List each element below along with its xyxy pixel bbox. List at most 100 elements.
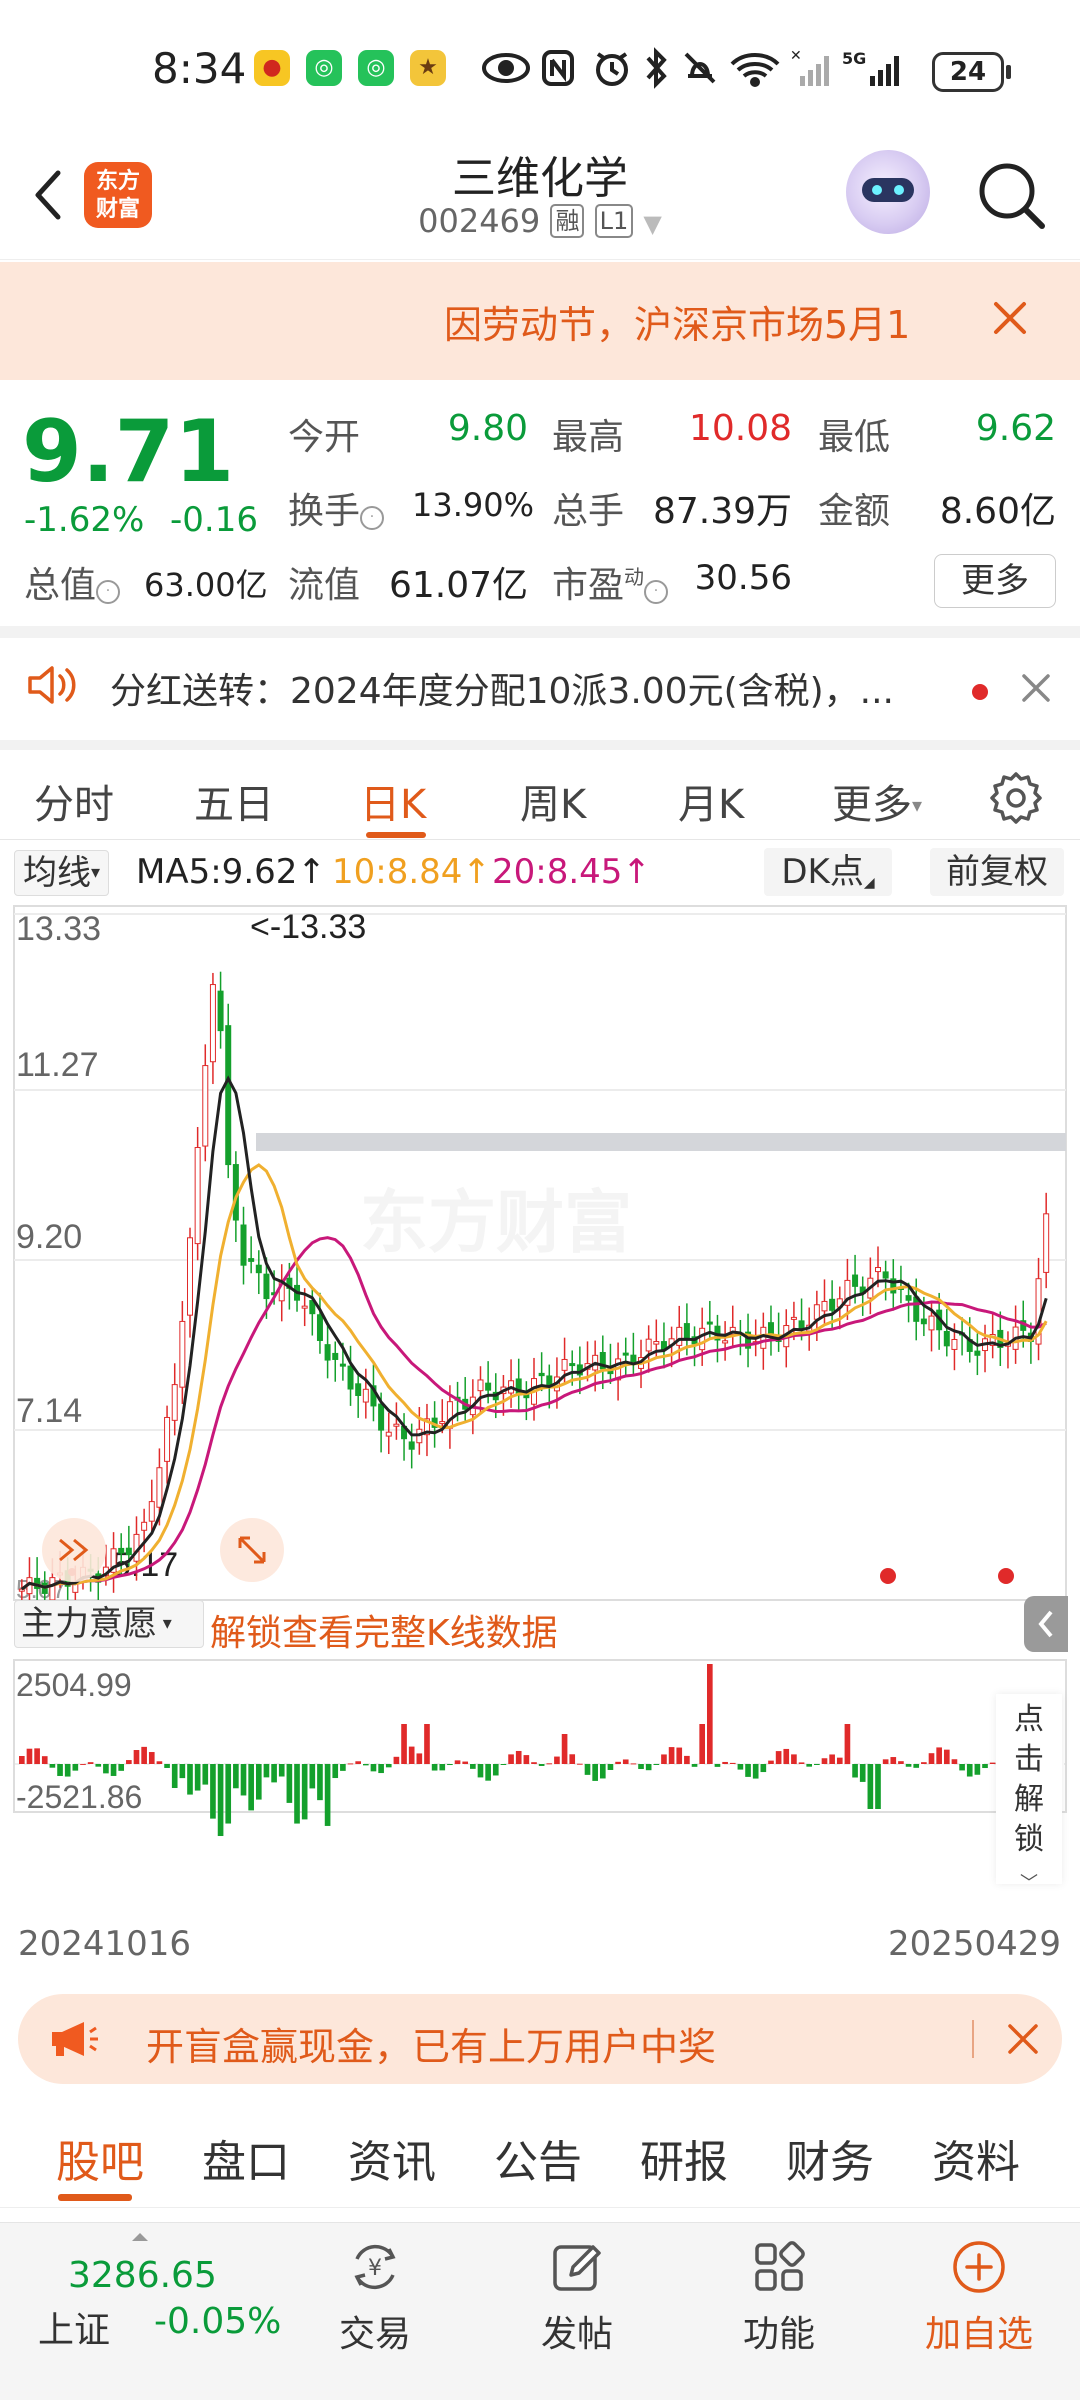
tab-intraday[interactable]: 分时 (34, 772, 114, 830)
tab-forum[interactable]: 股吧 (56, 2126, 144, 2190)
tab-financials[interactable]: 财务 (786, 2126, 874, 2190)
nav-add-watchlist[interactable]: 加自选 (904, 2237, 1054, 2357)
indicator-bar (752, 1764, 759, 1779)
promo-text: 开盲盒赢现金，已有上万用户中奖 (146, 2025, 717, 2069)
indicator-bar (806, 1764, 813, 1767)
adjust-button[interactable]: 前复权 (930, 848, 1064, 896)
indicator-max: 2504.99 (16, 1667, 132, 1703)
nav-functions[interactable]: 功能 (704, 2237, 854, 2357)
candle-body (125, 1547, 132, 1556)
indicator-bar (64, 1764, 71, 1777)
indicator-bar (355, 1761, 361, 1764)
open-value: 9.80 (447, 408, 528, 449)
info-icon[interactable]: · (644, 580, 669, 604)
tab-daily-k[interactable]: 日K (360, 772, 426, 830)
indicator-bar (370, 1764, 377, 1772)
unlock-vertical-text: 点击解锁 (1014, 1702, 1044, 1857)
info-icon[interactable]: · (96, 580, 121, 604)
dk-point-button[interactable]: DK点◢ (764, 848, 892, 896)
kline-chart[interactable]: 东方财富 13.33 11.27 9.20 7.14 <-13.33 5.17 … (0, 900, 1080, 1960)
indicator-bar (737, 1764, 744, 1770)
volume-label: 总手 (552, 491, 625, 532)
candle-body (378, 1403, 385, 1431)
tab-five-day[interactable]: 五日 (194, 772, 274, 830)
indicator-bar (408, 1746, 415, 1764)
indicator-bar (34, 1748, 40, 1764)
tab-profile[interactable]: 资料 (932, 2126, 1020, 2190)
gear-icon[interactable] (988, 770, 1044, 826)
index-value[interactable]: 3286.65 (68, 2255, 217, 2296)
holiday-notice-banner[interactable]: 因劳动节，沪深京市场5月1 (0, 262, 1080, 380)
pe-label: 市盈动· (552, 556, 669, 608)
indicator-bar (859, 1764, 866, 1782)
battery-indicator: 24 (932, 52, 1011, 92)
close-icon[interactable] (1006, 2022, 1040, 2056)
indicator-bar (363, 1764, 369, 1766)
robot-assistant-icon[interactable] (846, 150, 930, 234)
search-icon[interactable] (974, 158, 1050, 234)
indicator-bar (974, 1764, 981, 1775)
tab-more[interactable]: 更多▾ (832, 772, 922, 830)
tab-research[interactable]: 研报 (640, 2126, 728, 2190)
candle-body (164, 1416, 171, 1462)
indicator-bar (875, 1764, 881, 1809)
candle-body (263, 1273, 270, 1300)
indicator-bar (210, 1764, 216, 1819)
index-label[interactable]: 上证 (38, 2301, 110, 2353)
indicator-bar (485, 1764, 491, 1781)
side-panel-toggle[interactable] (1024, 1596, 1068, 1652)
promo-banner[interactable]: 开盲盒赢现金，已有上万用户中奖 (18, 1994, 1062, 2084)
edit-icon (553, 2245, 601, 2291)
ma20-value: 20:8.45↑ (492, 852, 651, 892)
unread-dot (972, 684, 988, 700)
tab-weekly-k[interactable]: 周K (520, 772, 586, 830)
indicator-bar (699, 1724, 705, 1764)
indicator-bar (80, 1763, 86, 1765)
indicator-bar (225, 1764, 232, 1824)
indicator-bar (324, 1764, 331, 1826)
tab-monthly-k[interactable]: 月K (678, 772, 744, 830)
close-icon[interactable] (992, 300, 1028, 336)
ma5-value: MA5:9.62↑ (136, 852, 326, 892)
svg-text:✕: ✕ (790, 48, 802, 64)
tab-news[interactable]: 资讯 (348, 2126, 436, 2190)
chevron-down-icon: ﹀ (1020, 1873, 1038, 1894)
y-label-3: 9.20 (16, 1218, 82, 1256)
more-quote-button[interactable]: 更多 (934, 554, 1056, 608)
indicator-bar (882, 1759, 889, 1764)
nav-trade[interactable]: ¥ 交易 (300, 2237, 450, 2357)
close-icon[interactable] (1020, 672, 1052, 704)
indicator-bar (286, 1764, 293, 1803)
nav-post-label: 发帖 (540, 2314, 613, 2355)
candle-body (393, 1423, 400, 1427)
dividend-bar[interactable]: 分红送转：2024年度分配10派3.00元(含税)，... (0, 632, 1080, 738)
y-label-4: 7.14 (16, 1392, 82, 1430)
status-time: 8:34 (152, 44, 247, 93)
indicator-bar (844, 1724, 851, 1764)
indicator-frame (13, 1659, 1067, 1813)
indicator-bar (783, 1748, 790, 1764)
ma-selector[interactable]: 均线▾ (14, 850, 110, 896)
candle-body (209, 984, 216, 1063)
indicator-bar (707, 1664, 713, 1764)
nav-post[interactable]: 发帖 (502, 2237, 652, 2357)
low-value: 9.62 (975, 408, 1056, 449)
expand-icon (220, 1518, 284, 1582)
high-label: 最高 (552, 417, 625, 458)
click-unlock-button[interactable]: 点击解锁 ﹀ (996, 1694, 1062, 1894)
index-change[interactable]: -0.05% (154, 2301, 281, 2342)
info-icon[interactable]: · (360, 506, 385, 530)
indicator-bar (867, 1764, 874, 1809)
tab-announcements[interactable]: 公告 (494, 2126, 582, 2190)
indicator-bar (836, 1757, 843, 1764)
indicator-bar (492, 1764, 499, 1776)
tab-orderbook[interactable]: 盘口 (202, 2126, 290, 2190)
unlock-kline-link[interactable]: 解锁查看完整K线数据 (210, 1604, 558, 1656)
indicator-selector[interactable]: 主力意愿 ▾ (14, 1600, 204, 1648)
indicator-bar (515, 1750, 522, 1764)
candle-body (408, 1441, 415, 1450)
candle-body (485, 1382, 492, 1391)
indicator-bar (584, 1764, 591, 1775)
indicator-bar (592, 1764, 598, 1781)
watermark: 东方财富 (360, 1185, 632, 1261)
